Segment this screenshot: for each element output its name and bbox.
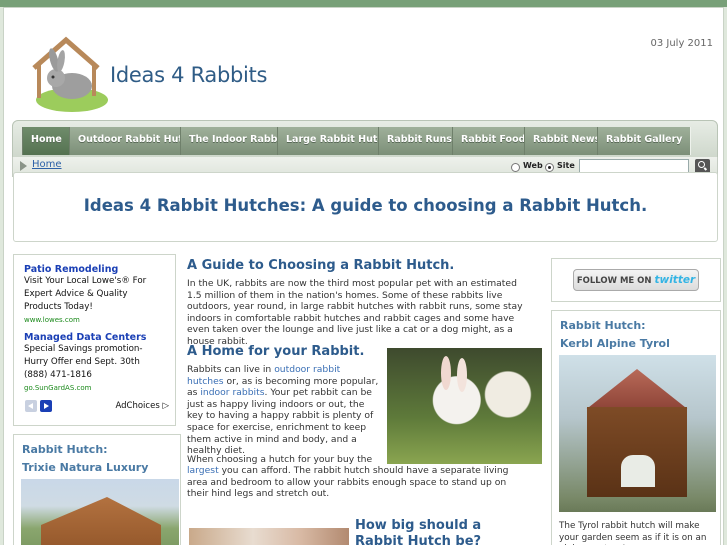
page-title-box: Ideas 4 Rabbit Hutches: A guide to choos… <box>13 172 718 242</box>
hutch-shape <box>41 497 161 545</box>
search-site-label: Site <box>557 161 575 170</box>
choose-text: largest you can afford. The rabbit hutch… <box>187 465 527 500</box>
twitter-logo: twitter <box>654 274 696 286</box>
left-product-box: Rabbit Hutch: Trixie Natura Luxury <box>13 434 181 545</box>
adchoices-label: AdChoices <box>115 401 160 411</box>
ad-box: Patio Remodeling Visit Your Local Lowe's… <box>13 254 176 426</box>
top-bar <box>0 0 727 7</box>
site-name[interactable]: Ideas 4 Rabbits <box>110 63 267 87</box>
main-navigation: Home Outdoor Rabbit Hutch The Indoor Rab… <box>12 120 718 158</box>
follow-twitter-button[interactable]: FOLLOW ME ON twitter <box>573 269 699 291</box>
home-text-1: Rabbits can live in <box>187 364 272 375</box>
ad-url[interactable]: go.SunGardAS.com <box>24 384 165 392</box>
product-name-link[interactable]: Trixie Natura Luxury <box>22 461 148 474</box>
choose-text-start: When choosing a hutch for your buy the <box>187 454 373 465</box>
nav-home[interactable]: Home <box>22 127 71 155</box>
rabbits-photo-bottom <box>189 528 349 545</box>
breadcrumb-home-link[interactable]: Home <box>32 159 62 170</box>
ad-prev-icon[interactable] <box>25 400 37 412</box>
choose-text-2: you can afford. The rabbit hutch should … <box>187 465 509 500</box>
search-web-radio[interactable] <box>511 163 520 172</box>
largest-link[interactable]: largest <box>187 465 219 476</box>
product-heading: Rabbit Hutch: <box>22 443 108 456</box>
kerbl-tyrol-hutch-image[interactable] <box>559 355 716 512</box>
twitter-box: FOLLOW ME ON twitter <box>551 258 721 302</box>
product-heading: Rabbit Hutch: <box>560 319 646 332</box>
current-date: 03 July 2011 <box>650 38 713 49</box>
rabbits-photo <box>387 348 542 464</box>
indoor-rabbits-link[interactable]: indoor rabbits <box>200 387 264 398</box>
adchoices-link[interactable]: AdChoices ▷ <box>115 401 169 411</box>
ad-text[interactable]: Special Savings promotion- Hurry Offer e… <box>24 343 165 382</box>
hutch-roof <box>586 369 688 409</box>
ad-text[interactable]: Visit Your Local Lowe's® For Expert Advi… <box>24 275 165 314</box>
page: Ideas 4 Rabbits 03 July 2011 Home Outdoo… <box>3 7 724 545</box>
follow-label: FOLLOW ME ON <box>576 276 652 286</box>
search-site-radio[interactable] <box>545 163 554 172</box>
product-name-link[interactable]: Kerbl Alpine Tyrol <box>560 337 670 350</box>
ad-title[interactable]: Patio Remodeling <box>24 264 165 275</box>
product-caption: The Tyrol rabbit hutch will make your ga… <box>559 521 707 545</box>
guide-text: In the UK, rabbits are now the third mos… <box>187 278 523 347</box>
ad-title[interactable]: Managed Data Centers <box>24 332 165 343</box>
right-product-box: Rabbit Hutch: Kerbl Alpine Tyrol The Tyr… <box>551 310 721 545</box>
home-heading: A Home for your Rabbit. <box>187 344 365 359</box>
hutch-door <box>621 455 655 487</box>
adchoices-icon: ▷ <box>162 401 169 411</box>
size-heading: How big should a Rabbit Hutch be? <box>355 518 482 545</box>
ad-url[interactable]: www.lowes.com <box>24 316 165 324</box>
breadcrumb-arrow-icon <box>20 161 27 171</box>
nav-rabbit-gallery[interactable]: Rabbit Gallery <box>597 127 692 155</box>
ad-next-icon[interactable] <box>40 400 52 412</box>
nav-rabbit-food[interactable]: Rabbit Food <box>452 127 535 155</box>
guide-heading: A Guide to Choosing a Rabbit Hutch. <box>187 258 455 273</box>
nav-rabbit-runs[interactable]: Rabbit Runs <box>378 127 461 155</box>
rabbit-house-logo-icon[interactable] <box>28 34 110 118</box>
page-title: Ideas 4 Rabbit Hutches: A guide to choos… <box>83 196 648 215</box>
search-web-label: Web <box>523 161 543 170</box>
trixie-hutch-image[interactable] <box>21 479 179 545</box>
home-text: Rabbits can live in outdoor rabbit hutch… <box>187 364 379 457</box>
